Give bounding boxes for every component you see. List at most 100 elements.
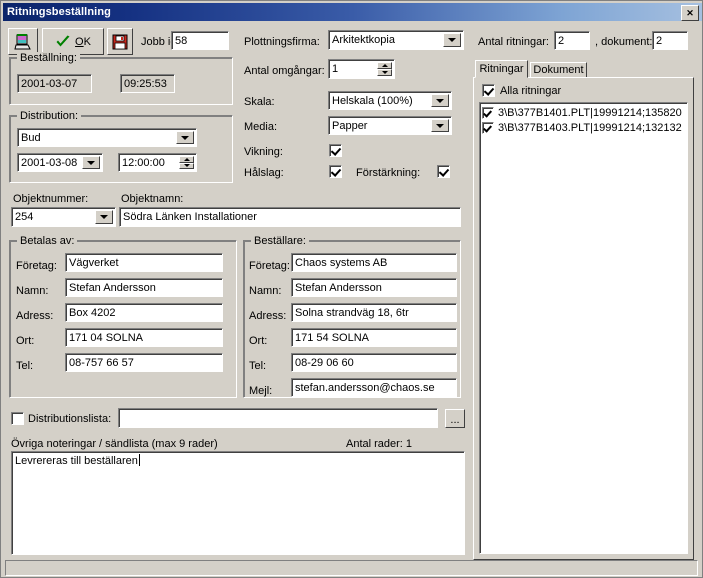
bestallare-tel-input[interactable]: 08-29 06 60 [291,353,457,372]
bestallare-title: Beställare: [251,235,309,247]
objektnummer-value: 254 [15,211,34,223]
objektnummer-select[interactable]: 254 [11,207,116,227]
antal-dokument-input[interactable]: 2 [652,31,688,50]
antal-dokument-label: , dokument: [595,36,653,48]
tab-ritningar-label: Ritningar [479,63,524,75]
save-button[interactable] [107,28,133,55]
spinner-down[interactable] [377,69,392,76]
status-bar [5,560,698,576]
close-button[interactable]: ✕ [681,5,699,21]
alla-ritningar-checkbox[interactable] [482,84,495,97]
distribution-time-value: 12:00:00 [122,156,165,169]
vikning-checkbox[interactable] [329,144,342,157]
betalas-tel-label: Tel: [16,360,34,372]
list-item-checkbox[interactable] [482,106,494,119]
omgangar-spinner[interactable] [377,62,392,76]
ritningsbestallning-window: Ritningsbeställning ✕ OK Jobb id: 58 Plo… [0,0,703,578]
spinner-up[interactable] [377,62,392,69]
bestallning-title: Beställning: [17,52,80,64]
betalas-foretag-input[interactable]: Vägverket [65,253,223,272]
alla-ritningar-label: Alla ritningar [500,85,562,97]
close-icon: ✕ [686,7,694,18]
list-item-checkbox[interactable] [482,121,494,134]
title-bar: Ritningsbeställning ✕ [3,3,702,21]
bestallare-ort-input[interactable]: 171 54 SOLNA [291,328,457,347]
betalas-tel-input[interactable]: 08-757 66 57 [65,353,223,372]
list-item[interactable]: 3\B\377B1401.PLT|19991214;135820 [480,105,687,120]
spinner-down[interactable] [179,162,194,169]
bestallare-tel-label: Tel: [249,360,267,372]
checkmark-icon [56,35,70,46]
distribution-method-value: Bud [21,131,41,144]
plottningsfirma-label: Plottningsfirma: [244,36,320,48]
text-caret [138,454,140,466]
media-value: Papper [332,119,368,132]
chevron-down-icon[interactable] [431,119,449,132]
chevron-down-icon[interactable] [443,33,461,47]
betalas-adress-input[interactable]: Box 4202 [65,303,223,322]
bestallare-namn-label: Namn: [249,285,282,297]
bestallare-mejl-label: Mejl: [249,385,273,397]
skala-label: Skala: [244,96,275,108]
distribution-date-select[interactable]: 2001-03-08 [17,153,103,172]
bestallning-date: 2001-03-07 [17,74,92,93]
time-spinner[interactable] [179,156,194,169]
bestallning-time: 09:25:53 [120,74,175,93]
betalas-ort-label: Ort: [16,335,35,347]
chevron-down-icon[interactable] [431,94,449,107]
plottningsfirma-value: Arkitektkopia [332,34,395,46]
distribution-date-value: 2001-03-08 [21,156,78,169]
tab-dokument[interactable]: Dokument [530,62,587,78]
plottningsfirma-select[interactable]: Arkitektkopia [328,30,464,50]
betalas-foretag-label: Företag: [16,260,57,272]
jobb-id-input[interactable]: 58 [171,31,229,50]
chevron-down-icon[interactable] [95,210,113,224]
halslag-label: Hålslag: [244,167,284,179]
distribution-time-input[interactable]: 12:00:00 [118,153,197,172]
objektnummer-label: Objektnummer: [13,193,89,205]
chevron-down-icon[interactable] [82,156,100,169]
notes-textarea[interactable]: Levrereras till beställaren [11,451,465,555]
antal-omgangar-value: 1 [332,63,339,75]
plot-button[interactable] [8,28,38,55]
list-item-label: 3\B\377B1401.PLT|19991214;135820 [498,106,682,119]
betalas-namn-label: Namn: [16,285,49,297]
antal-ritningar-label: Antal ritningar: [478,36,549,48]
tab-ritningar[interactable]: Ritningar [475,60,528,78]
bestallare-adress-input[interactable]: Solna strandväg 18, 6tr [291,303,457,322]
distributionslista-label: Distributionslista: [28,413,112,425]
vikning-label: Vikning: [244,146,283,158]
antal-omgangar-label: Antal omgångar: [244,65,325,77]
plotter-icon [14,33,31,49]
antal-omgangar-stepper[interactable]: 1 [328,59,395,79]
antal-ritningar-input[interactable]: 2 [554,31,590,50]
distribution-title: Distribution: [17,110,82,122]
distributionslista-input[interactable] [118,408,438,428]
forstarkning-checkbox[interactable] [437,165,450,178]
forstarkning-label: Förstärkning: [356,167,421,179]
distribution-method-select[interactable]: Bud [17,128,197,147]
list-item[interactable]: 3\B\377B1403.PLT|19991214;132132 [480,120,687,135]
ritningar-list[interactable]: 3\B\377B1401.PLT|19991214;135820 3\B\377… [479,102,688,554]
bestallare-namn-input[interactable]: Stefan Andersson [291,278,457,297]
distributionslista-browse-button[interactable]: ... [445,409,465,428]
betalas-ort-input[interactable]: 171 04 SOLNA [65,328,223,347]
media-select[interactable]: Papper [328,116,452,135]
betalas-av-title: Betalas av: [17,235,78,247]
bestallare-foretag-input[interactable]: Chaos systems AB [291,253,457,272]
ellipsis-icon: ... [450,414,460,426]
notes-value: Levrereras till beställaren [15,455,138,467]
media-label: Media: [244,121,278,133]
skala-select[interactable]: Helskala (100%) [328,91,452,110]
ok-button[interactable]: OK [42,28,104,55]
objektnamn-input[interactable]: Södra Länken Installationer [119,207,461,227]
floppy-disk-icon [112,34,128,49]
distributionslista-checkbox[interactable] [11,412,24,425]
tab-dokument-label: Dokument [533,64,584,76]
halslag-checkbox[interactable] [329,165,342,178]
betalas-namn-input[interactable]: Stefan Andersson [65,278,223,297]
bestallare-mejl-input[interactable]: stefan.andersson@chaos.se [291,378,457,397]
ok-label: OK [75,35,91,48]
notes-rows-count: Antal rader: 1 [346,438,413,450]
chevron-down-icon[interactable] [176,131,194,144]
